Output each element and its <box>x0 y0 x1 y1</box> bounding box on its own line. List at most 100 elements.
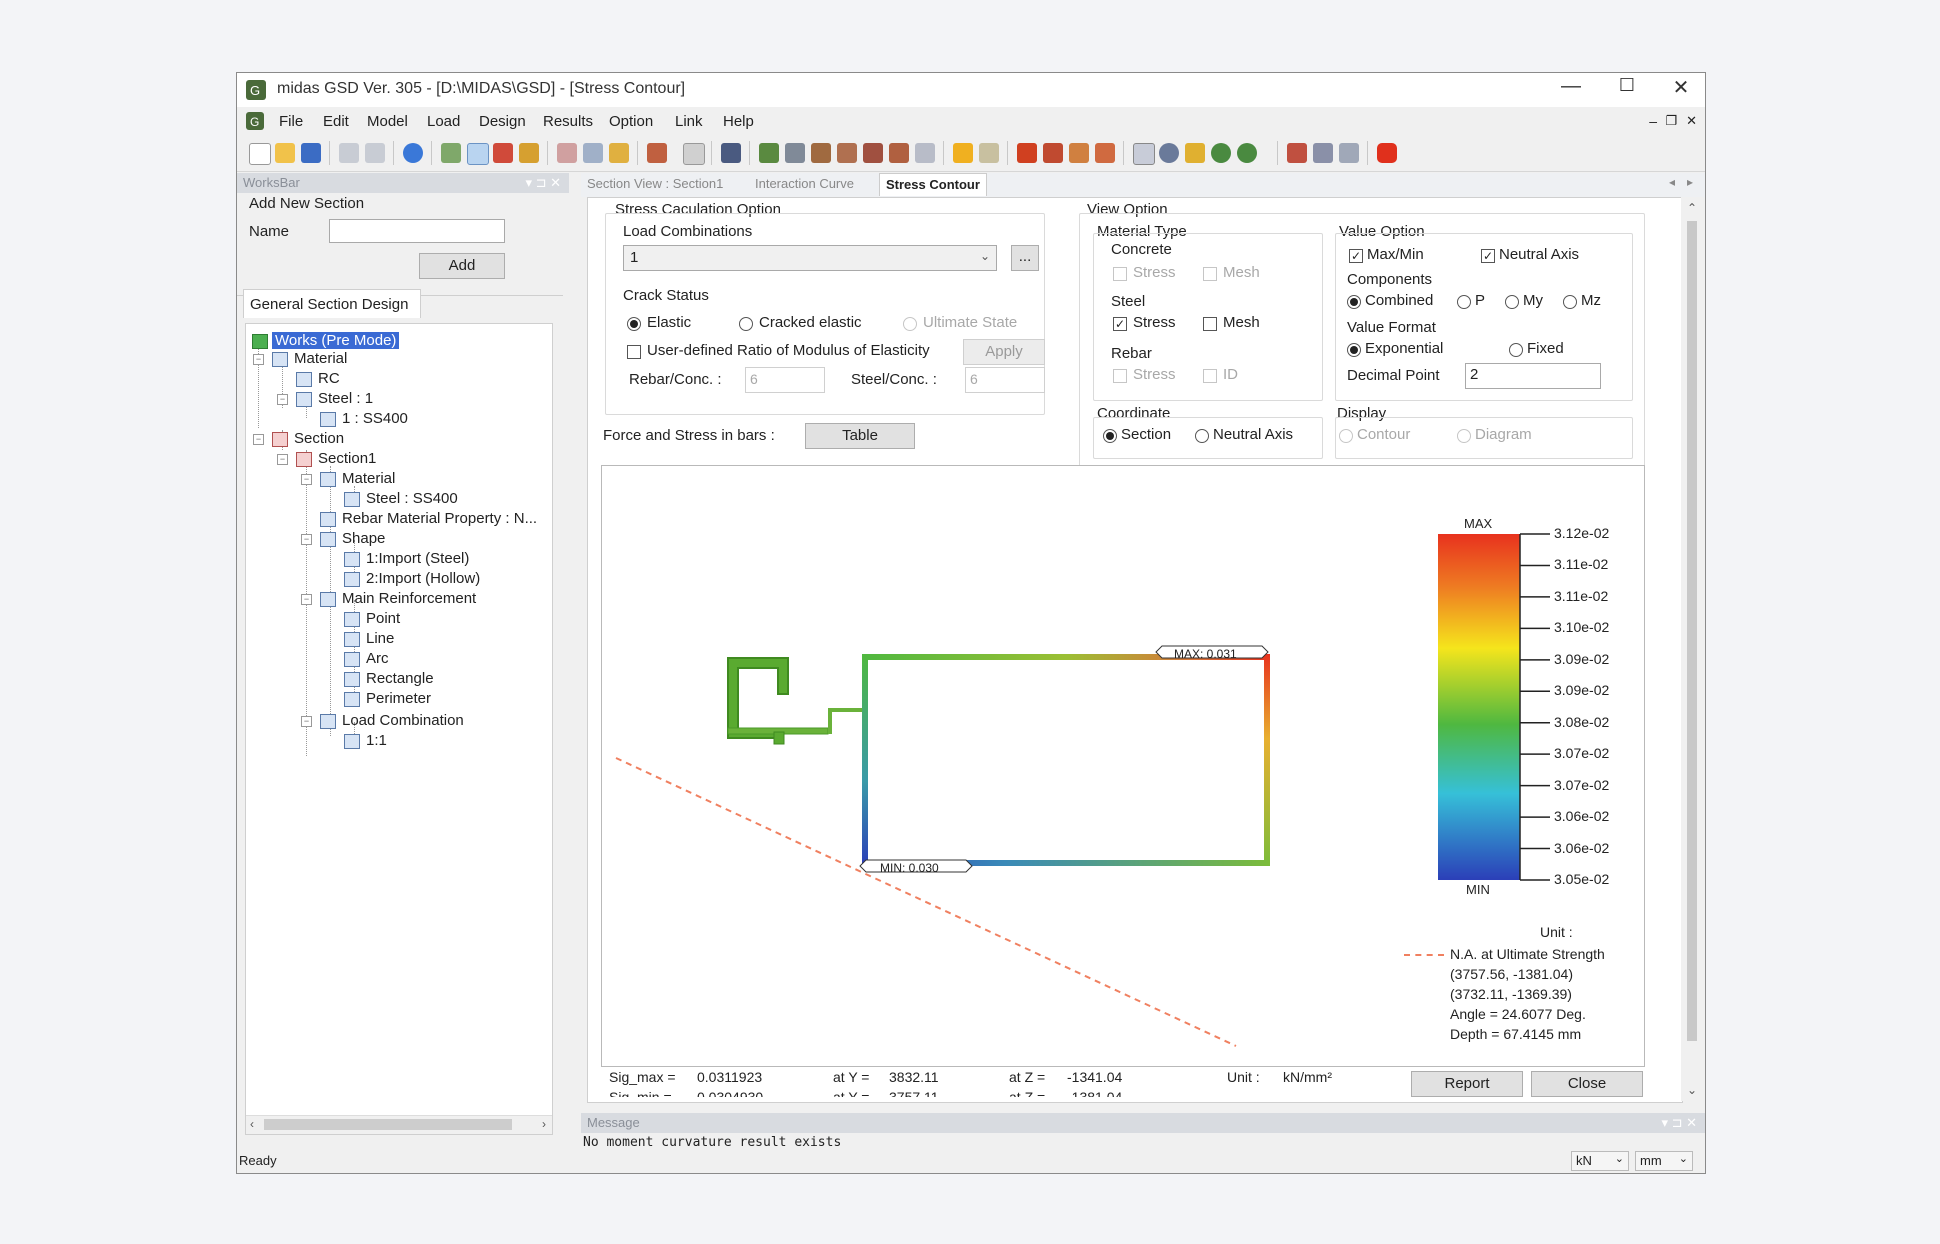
tree-import-steel[interactable]: 1:Import (Steel) <box>366 550 469 567</box>
close-dialog-button[interactable]: Close <box>1531 1071 1643 1097</box>
coordinate-section-radio[interactable] <box>1103 429 1117 443</box>
select-icon[interactable] <box>441 143 461 163</box>
rebar-id-checkbox[interactable] <box>1203 369 1217 383</box>
mdi-close-button[interactable]: ✕ <box>1686 113 1697 129</box>
mz-radio[interactable] <box>1563 295 1577 309</box>
zoom-in-icon[interactable] <box>1211 143 1231 163</box>
name-input[interactable] <box>329 219 505 243</box>
dimension-icon[interactable] <box>583 143 603 163</box>
copy-icon[interactable] <box>1287 143 1307 163</box>
force-unit-select[interactable]: kN ⌄ <box>1571 1151 1629 1171</box>
report-button[interactable]: Report <box>1411 1071 1523 1097</box>
decimal-point-input[interactable]: 2 <box>1465 363 1601 389</box>
tab-interaction-curve[interactable]: Interaction Curve <box>749 173 860 195</box>
rebar-stress-checkbox[interactable] <box>1113 369 1127 383</box>
steel-conc-input[interactable]: 6 <box>965 367 1045 393</box>
help-icon[interactable] <box>403 143 423 163</box>
concrete-mesh-checkbox[interactable] <box>1203 267 1217 281</box>
tree-line[interactable]: Line <box>366 630 394 647</box>
tree-load-combination[interactable]: Load Combination <box>342 712 464 729</box>
stop-icon[interactable] <box>1377 143 1397 163</box>
menu-link[interactable]: Link <box>675 113 703 130</box>
zoom-fit-icon[interactable] <box>1185 143 1205 163</box>
elastic-radio[interactable] <box>627 317 641 331</box>
line-tool-icon[interactable] <box>837 143 857 163</box>
result-icon[interactable] <box>953 143 973 163</box>
ultimate-state-radio[interactable] <box>903 317 917 331</box>
my-radio[interactable] <box>1505 295 1519 309</box>
tree-section-steel[interactable]: Steel : SS400 <box>366 490 458 507</box>
apply-button[interactable]: Apply <box>963 339 1045 365</box>
close-button[interactable]: ✕ <box>1659 75 1703 100</box>
link-icon[interactable] <box>1339 143 1359 163</box>
tree-rebar-property[interactable]: Rebar Material Property : N... <box>342 510 537 527</box>
rebar-conc-input[interactable]: 6 <box>745 367 825 393</box>
tree-steel-item[interactable]: 1 : SS400 <box>342 410 408 427</box>
move-icon[interactable] <box>785 143 805 163</box>
analysis-icon[interactable] <box>721 143 741 163</box>
minimize-button[interactable]: — <box>1549 75 1593 98</box>
tab-section-view[interactable]: Section View : Section1 <box>581 173 729 195</box>
new-file-icon[interactable] <box>249 143 271 165</box>
moment-icon[interactable] <box>1069 143 1089 163</box>
neutral-axis-checkbox[interactable]: ✓ <box>1481 249 1495 263</box>
tree-import-hollow[interactable]: 2:Import (Hollow) <box>366 570 480 587</box>
tree-arc[interactable]: Arc <box>366 650 389 667</box>
snap-icon[interactable] <box>493 143 513 163</box>
menu-results[interactable]: Results <box>543 113 593 130</box>
section-icon[interactable] <box>557 143 577 163</box>
tab-stress-contour[interactable]: Stress Contour <box>879 173 987 196</box>
tree-lc-1[interactable]: 1:1 <box>366 732 387 749</box>
arc-tool-icon[interactable] <box>863 143 883 163</box>
coordinate-neutral-axis-radio[interactable] <box>1195 429 1209 443</box>
menu-design[interactable]: Design <box>479 113 526 130</box>
window-icon[interactable] <box>1313 143 1333 163</box>
exponential-radio[interactable] <box>1347 343 1361 357</box>
tree-perimeter[interactable]: Perimeter <box>366 690 431 707</box>
user-defined-ratio-checkbox[interactable] <box>627 345 641 359</box>
cracked-elastic-radio[interactable] <box>739 317 753 331</box>
menu-load[interactable]: Load <box>427 113 460 130</box>
tree-section1[interactable]: Section1 <box>318 450 376 467</box>
mdi-minimize-button[interactable]: – <box>1649 113 1657 129</box>
material-icon[interactable] <box>609 143 629 163</box>
shape-icon[interactable] <box>759 143 779 163</box>
tree-rectangle[interactable]: Rectangle <box>366 670 434 687</box>
contour-canvas[interactable]: MAX: 0.031 MIN: 0.030 MAX MIN 3.12e-02 3.… <box>601 465 1645 1067</box>
table-button[interactable]: Table <box>805 423 915 449</box>
length-unit-select[interactable]: mm ⌄ <box>1635 1151 1693 1171</box>
table-icon[interactable] <box>979 143 999 163</box>
trim-icon[interactable] <box>889 143 909 163</box>
steel-mesh-checkbox[interactable] <box>1203 317 1217 331</box>
display-contour-radio[interactable] <box>1339 429 1353 443</box>
tree-shape[interactable]: Shape <box>342 530 385 547</box>
tree-material[interactable]: Material <box>294 350 347 367</box>
rotate-icon[interactable] <box>1159 143 1179 163</box>
load-comb-browse-button[interactable]: ... <box>1011 245 1039 271</box>
tree-rc[interactable]: RC <box>318 370 340 387</box>
menu-file[interactable]: File <box>279 113 303 130</box>
zoom-out-icon[interactable] <box>1237 143 1257 163</box>
view-icon[interactable] <box>1133 143 1155 165</box>
max-min-checkbox[interactable]: ✓ <box>1349 249 1363 263</box>
grid-icon[interactable] <box>467 143 489 165</box>
add-button[interactable]: Add <box>419 253 505 279</box>
scroll-down-icon[interactable]: ⌄ <box>1687 1083 1697 1097</box>
ibeam-icon[interactable] <box>1017 143 1037 163</box>
tab-scroll-right-icon[interactable]: ▸ <box>1687 175 1693 189</box>
tree-section[interactable]: Section <box>294 430 344 447</box>
load-icon[interactable] <box>683 143 705 165</box>
scroll-up-icon[interactable]: ⌃ <box>1687 201 1697 215</box>
tree-hscrollbar[interactable]: ‹ › <box>246 1115 552 1134</box>
save-icon[interactable] <box>301 143 321 163</box>
display-diagram-radio[interactable] <box>1457 429 1471 443</box>
tree-main-reinforcement[interactable]: Main Reinforcement <box>342 590 476 607</box>
steel-stress-checkbox[interactable]: ✓ <box>1113 317 1127 331</box>
stress-icon[interactable] <box>1095 143 1115 163</box>
combined-radio[interactable] <box>1347 295 1361 309</box>
fixed-radio[interactable] <box>1509 343 1523 357</box>
load-comb-select[interactable]: 1 ⌄ <box>623 245 997 271</box>
offset-icon[interactable] <box>915 143 935 163</box>
maximize-button[interactable]: ☐ <box>1605 75 1649 96</box>
menu-model[interactable]: Model <box>367 113 408 130</box>
